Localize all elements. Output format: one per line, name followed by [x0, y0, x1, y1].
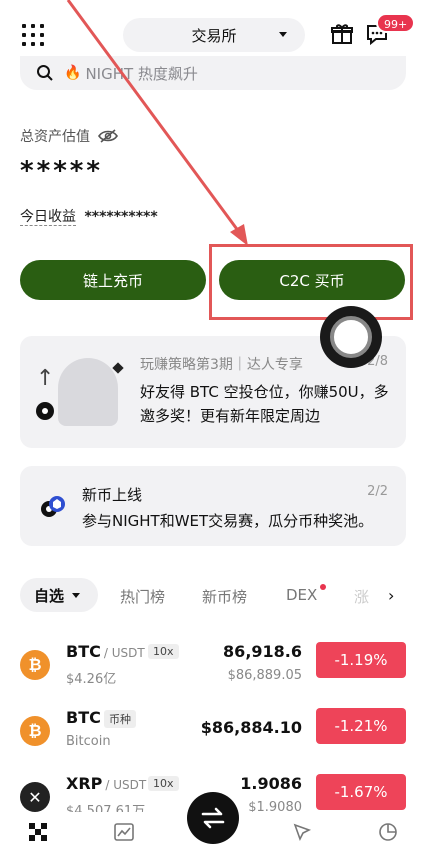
home-logo-icon[interactable]: [28, 822, 48, 842]
row-symbol: XRP / USDT: [66, 774, 146, 793]
market-row[interactable]: ₿ BTC 币种 Bitcoin $86,884.10 -1.21%: [20, 704, 406, 764]
new-coin-icon: [41, 496, 65, 517]
promo-title: 玩赚策略第3期｜达人专享: [140, 357, 303, 373]
swap-arrows-icon: [201, 807, 225, 829]
market-row[interactable]: ₿ BTC / USDT 10x $4.26亿 86,918.6 $86,889.…: [20, 638, 406, 698]
new-listing-page-indicator: 2/2: [367, 484, 388, 499]
tab-dex[interactable]: DEX: [286, 586, 317, 604]
search-placeholder: NIGHT 热度飙升: [85, 64, 198, 83]
deposit-button[interactable]: 链上充币: [20, 260, 206, 300]
total-assets-title: 总资产估值: [20, 129, 90, 145]
total-assets-label: 总资产估值: [20, 126, 118, 146]
btc-coin-icon: ₿: [20, 716, 50, 746]
row-change-badge[interactable]: -1.19%: [316, 642, 406, 678]
row-change-badge[interactable]: -1.21%: [316, 708, 406, 744]
tab-hot[interactable]: 热门榜: [120, 586, 165, 607]
row-symbol: BTC: [66, 708, 101, 727]
exchange-switcher[interactable]: 交易所: [123, 18, 305, 52]
row-leverage-tag: 10x: [148, 644, 179, 659]
tab-favorites-label: 自选: [34, 586, 65, 605]
row-change-badge[interactable]: -1.67%: [316, 774, 406, 810]
floating-assist-button[interactable]: [320, 306, 382, 368]
apps-grid-icon[interactable]: [22, 24, 44, 46]
row-quote: / USDT: [103, 646, 145, 660]
row-price: $86,884.10: [200, 718, 302, 737]
eye-hidden-icon[interactable]: [98, 128, 118, 144]
assets-pie-icon[interactable]: [378, 822, 398, 842]
row-leverage-tag: 10x: [148, 776, 179, 791]
today-earnings: 今日收益 **********: [20, 206, 158, 226]
tab-new-coins[interactable]: 新币榜: [202, 586, 247, 607]
gift-icon[interactable]: [330, 22, 354, 46]
today-earnings-label[interactable]: 今日收益: [20, 209, 76, 226]
new-listing-card[interactable]: 新币上线 2/2 参与NIGHT和WET交易赛，瓜分币种奖池。: [20, 466, 406, 546]
row-symbol-text: BTC: [66, 642, 101, 661]
fire-icon: 🔥: [64, 65, 82, 81]
row-price-usd: $86,889.05: [227, 668, 302, 683]
tab-favorites[interactable]: 自选: [20, 578, 98, 612]
tab-gainers[interactable]: 涨: [354, 586, 369, 607]
total-assets-value: *****: [20, 156, 103, 186]
top-bar: 交易所 99+: [0, 0, 427, 64]
notification-badge: 99+: [376, 13, 416, 33]
new-listing-title: 新币上线: [82, 486, 143, 504]
row-volume: $4.26亿: [66, 672, 117, 687]
tab-dex-dot: [320, 584, 326, 590]
btc-coin-icon: ₿: [20, 650, 50, 680]
row-type-tag: 币种: [104, 710, 136, 728]
new-listing-body: 参与NIGHT和WET交易赛，瓜分币种奖池。: [82, 512, 374, 530]
row-price: 1.9086: [240, 774, 302, 793]
caret-down-icon: [72, 592, 81, 598]
row-price: 86,918.6: [223, 642, 302, 661]
discover-icon[interactable]: [292, 822, 312, 842]
avatar: [58, 358, 118, 426]
markets-chart-icon[interactable]: [114, 822, 134, 842]
today-earnings-value: **********: [84, 209, 158, 225]
annotation-highlight-box: [209, 244, 413, 320]
row-symbol-text: BTC: [66, 708, 101, 727]
promo-body: 好友得 BTC 空投仓位，你赚50U，多邀多奖！更有新年限定周边: [140, 383, 389, 425]
chevron-right-icon[interactable]: ›: [388, 586, 394, 605]
row-quote: / USDT: [105, 778, 147, 792]
row-symbol-text: XRP: [66, 774, 103, 793]
trade-swap-button[interactable]: [187, 792, 239, 844]
arrow-up-icon: ↑: [36, 366, 55, 391]
exchange-label: 交易所: [191, 26, 237, 45]
caret-down-icon: [279, 32, 287, 37]
row-symbol: BTC / USDT: [66, 642, 145, 661]
search-bar[interactable]: 🔥 NIGHT 热度飙升: [20, 56, 406, 90]
diamond-icon: [112, 362, 124, 374]
row-name: Bitcoin: [66, 734, 111, 749]
search-icon: [37, 65, 53, 81]
floating-assist-inner: [330, 316, 372, 358]
xrp-coin-icon: ✕: [20, 782, 50, 812]
market-tabs: 自选 热门榜 新币榜 DEX 涨 ›: [20, 578, 406, 614]
coin-icon: [36, 402, 54, 420]
